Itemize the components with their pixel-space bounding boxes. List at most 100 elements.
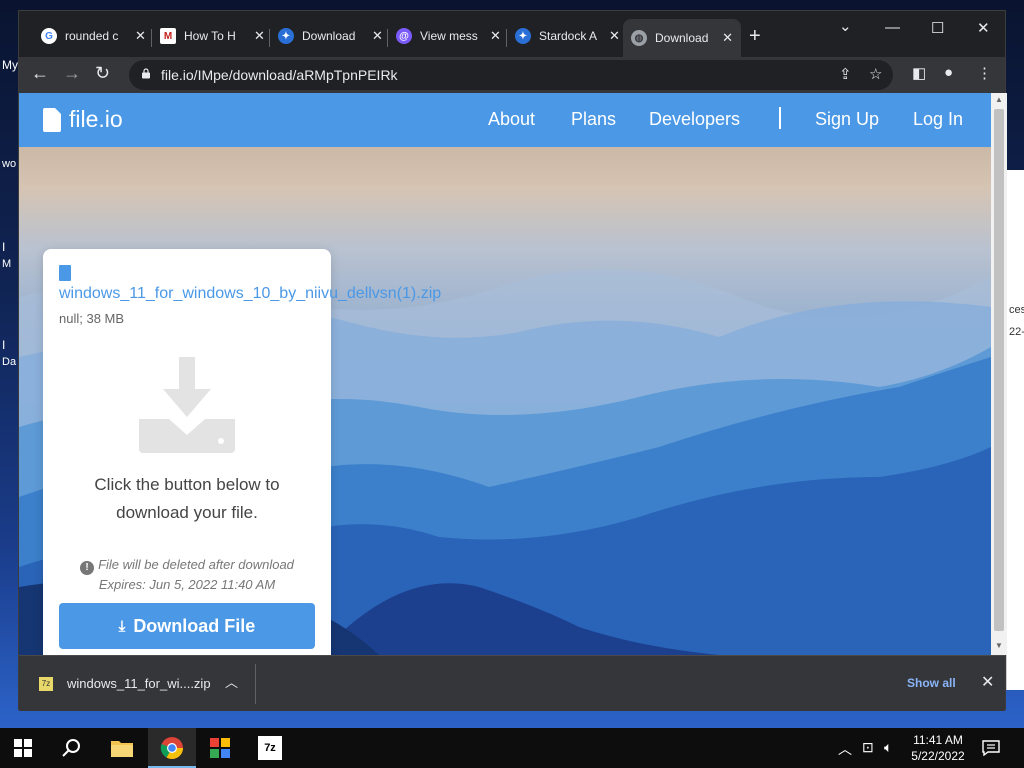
chrome-icon[interactable] (160, 736, 184, 760)
nav-about[interactable]: About (488, 109, 535, 130)
google-icon: G (41, 28, 57, 44)
desktop-label: wo (2, 158, 17, 170)
clock-date: 5/22/2022 (911, 749, 965, 763)
minimize-icon[interactable]: — (885, 19, 900, 36)
browser-window: G rounded c ✕ M How To H ✕ ✦ Download ✕ … (18, 10, 1007, 711)
close-icon[interactable]: ✕ (372, 28, 383, 44)
nav-divider (779, 107, 781, 129)
tab[interactable]: G rounded c ✕ (33, 21, 154, 51)
taskbar: 7z ︿ ⊡ 🔈︎ 11:41 AM 5/22/2022 (0, 728, 1024, 768)
tab-title: How To H (184, 29, 236, 43)
stardock-icon: ✦ (278, 28, 294, 44)
volume-icon[interactable]: 🔈︎ (884, 739, 892, 756)
vertical-scrollbar[interactable]: ▲ ▼ (991, 93, 1007, 655)
stardock-app-icon[interactable] (208, 736, 232, 760)
browser-toolbar: ← → ↻ file.io/IMpe/download/aRMpTpnPEIRk… (19, 57, 1005, 93)
hero-background: windows_11_for_windows_10_by_niivu_dellv… (19, 147, 991, 655)
instruction-line: download your file. (116, 503, 258, 522)
side-panel-icon[interactable]: ◧ (912, 64, 926, 82)
desktop-label: My (2, 58, 18, 72)
file-name-link[interactable]: windows_11_for_windows_10_by_niivu_dellv… (59, 285, 441, 303)
lock-icon (142, 68, 150, 79)
url-text: file.io/IMpe/download/aRMpTpnPEIRk (161, 67, 398, 83)
start-icon[interactable] (14, 739, 32, 757)
7zip-icon[interactable]: 7z (258, 736, 282, 760)
tab-active[interactable]: ◍ Download ✕ (623, 19, 741, 57)
tab[interactable]: M How To H ✕ (152, 21, 273, 51)
close-icon[interactable]: ✕ (981, 672, 994, 692)
back-icon[interactable]: ← (31, 63, 49, 84)
nav-developers[interactable]: Developers (649, 109, 740, 130)
chevron-up-icon[interactable]: ︿ (225, 672, 238, 691)
expiry-notice: ! File will be deleted after download Exp… (43, 555, 331, 595)
delete-warning: File will be deleted after download (98, 557, 294, 572)
exclamation-icon: ! (80, 561, 95, 575)
globe-icon: ◍ (631, 30, 647, 46)
menu-icon[interactable]: ⋮ (977, 64, 992, 82)
close-icon[interactable]: ✕ (609, 28, 620, 44)
gmail-icon: M (160, 28, 176, 44)
scrollbar-thumb[interactable] (994, 109, 1004, 631)
maximize-icon[interactable]: ☐ (931, 19, 944, 37)
tab[interactable]: ✦ Stardock A ✕ (507, 21, 628, 51)
clock-time: 11:41 AM (913, 733, 963, 747)
tab-title: Download (302, 29, 356, 43)
desktop-label: I (2, 240, 6, 254)
bookmark-star-icon[interactable]: ☆ (869, 65, 882, 83)
file-icon (43, 107, 61, 132)
tab[interactable]: @ View mess ✕ (388, 21, 509, 51)
file-icon (59, 265, 71, 281)
new-tab-icon[interactable]: + (749, 25, 761, 48)
background-window-text: 22-0 (1009, 326, 1024, 338)
search-icon[interactable] (62, 738, 82, 758)
desktop-label: Da (2, 356, 17, 368)
scroll-up-icon[interactable]: ▲ (995, 95, 1003, 104)
close-icon[interactable]: ✕ (722, 30, 733, 46)
close-window-icon[interactable]: ✕ (977, 19, 990, 37)
scroll-down-icon[interactable]: ▼ (995, 641, 1003, 650)
tab-search-icon[interactable]: ⌄ (839, 17, 852, 35)
tab-strip: G rounded c ✕ M How To H ✕ ✦ Download ✕ … (19, 11, 1005, 57)
download-bar: 7z windows_11_for_wi....zip ︿ Show all ✕ (19, 655, 1005, 711)
tab-title: Stardock A (539, 29, 598, 43)
tab-title: rounded c (65, 29, 119, 43)
tab[interactable]: ✦ Download ✕ (270, 21, 391, 51)
download-file-button[interactable]: ⤓ Download File (59, 603, 315, 649)
address-bar[interactable]: file.io/IMpe/download/aRMpTpnPEIRk ⇪ ☆ (129, 60, 893, 90)
close-icon[interactable]: ✕ (135, 28, 146, 44)
network-icon[interactable]: ⊡ (862, 739, 874, 756)
reload-icon[interactable]: ↻ (95, 63, 110, 84)
file-explorer-icon[interactable] (110, 736, 134, 760)
file-meta: null; 38 MB (59, 311, 125, 326)
nav-sign-up[interactable]: Sign Up (815, 109, 879, 130)
page-viewport: file.io About Plans Developers Sign Up L… (19, 93, 991, 655)
nav-log-in[interactable]: Log In (913, 109, 963, 130)
forward-icon[interactable]: → (63, 63, 81, 84)
logo-text: file.io (69, 106, 123, 132)
zip-file-icon: 7z (39, 676, 53, 691)
download-icon: ⤓ (118, 617, 126, 635)
desktop-label: I (2, 338, 6, 352)
background-window-text: cess (1009, 304, 1024, 316)
at-icon: @ (396, 28, 412, 44)
close-icon[interactable]: ✕ (254, 28, 265, 44)
background-window: cess 22-0 (1006, 170, 1024, 690)
profile-icon[interactable]: ● (944, 64, 953, 81)
close-icon[interactable]: ✕ (490, 28, 501, 44)
expiry-date: Expires: Jun 5, 2022 11:40 AM (98, 577, 276, 592)
nav-plans[interactable]: Plans (571, 109, 616, 130)
download-item[interactable]: 7z windows_11_for_wi....zip (39, 676, 211, 691)
share-icon[interactable]: ⇪ (839, 65, 852, 83)
download-card: windows_11_for_windows_10_by_niivu_dellv… (43, 249, 441, 655)
tab-title: View mess (420, 29, 478, 43)
chevron-up-icon[interactable]: ︿ (838, 739, 852, 759)
download-button-label: Download File (133, 615, 256, 636)
download-placeholder-icon (139, 357, 235, 453)
instruction-line: Click the button below to (94, 475, 280, 494)
desktop-label: M (2, 258, 12, 270)
site-logo[interactable]: file.io (43, 106, 123, 133)
download-divider (255, 664, 256, 704)
clock[interactable]: 11:41 AM 5/22/2022 (900, 732, 976, 764)
show-all-link[interactable]: Show all (907, 676, 956, 690)
notification-icon[interactable] (982, 740, 1000, 756)
